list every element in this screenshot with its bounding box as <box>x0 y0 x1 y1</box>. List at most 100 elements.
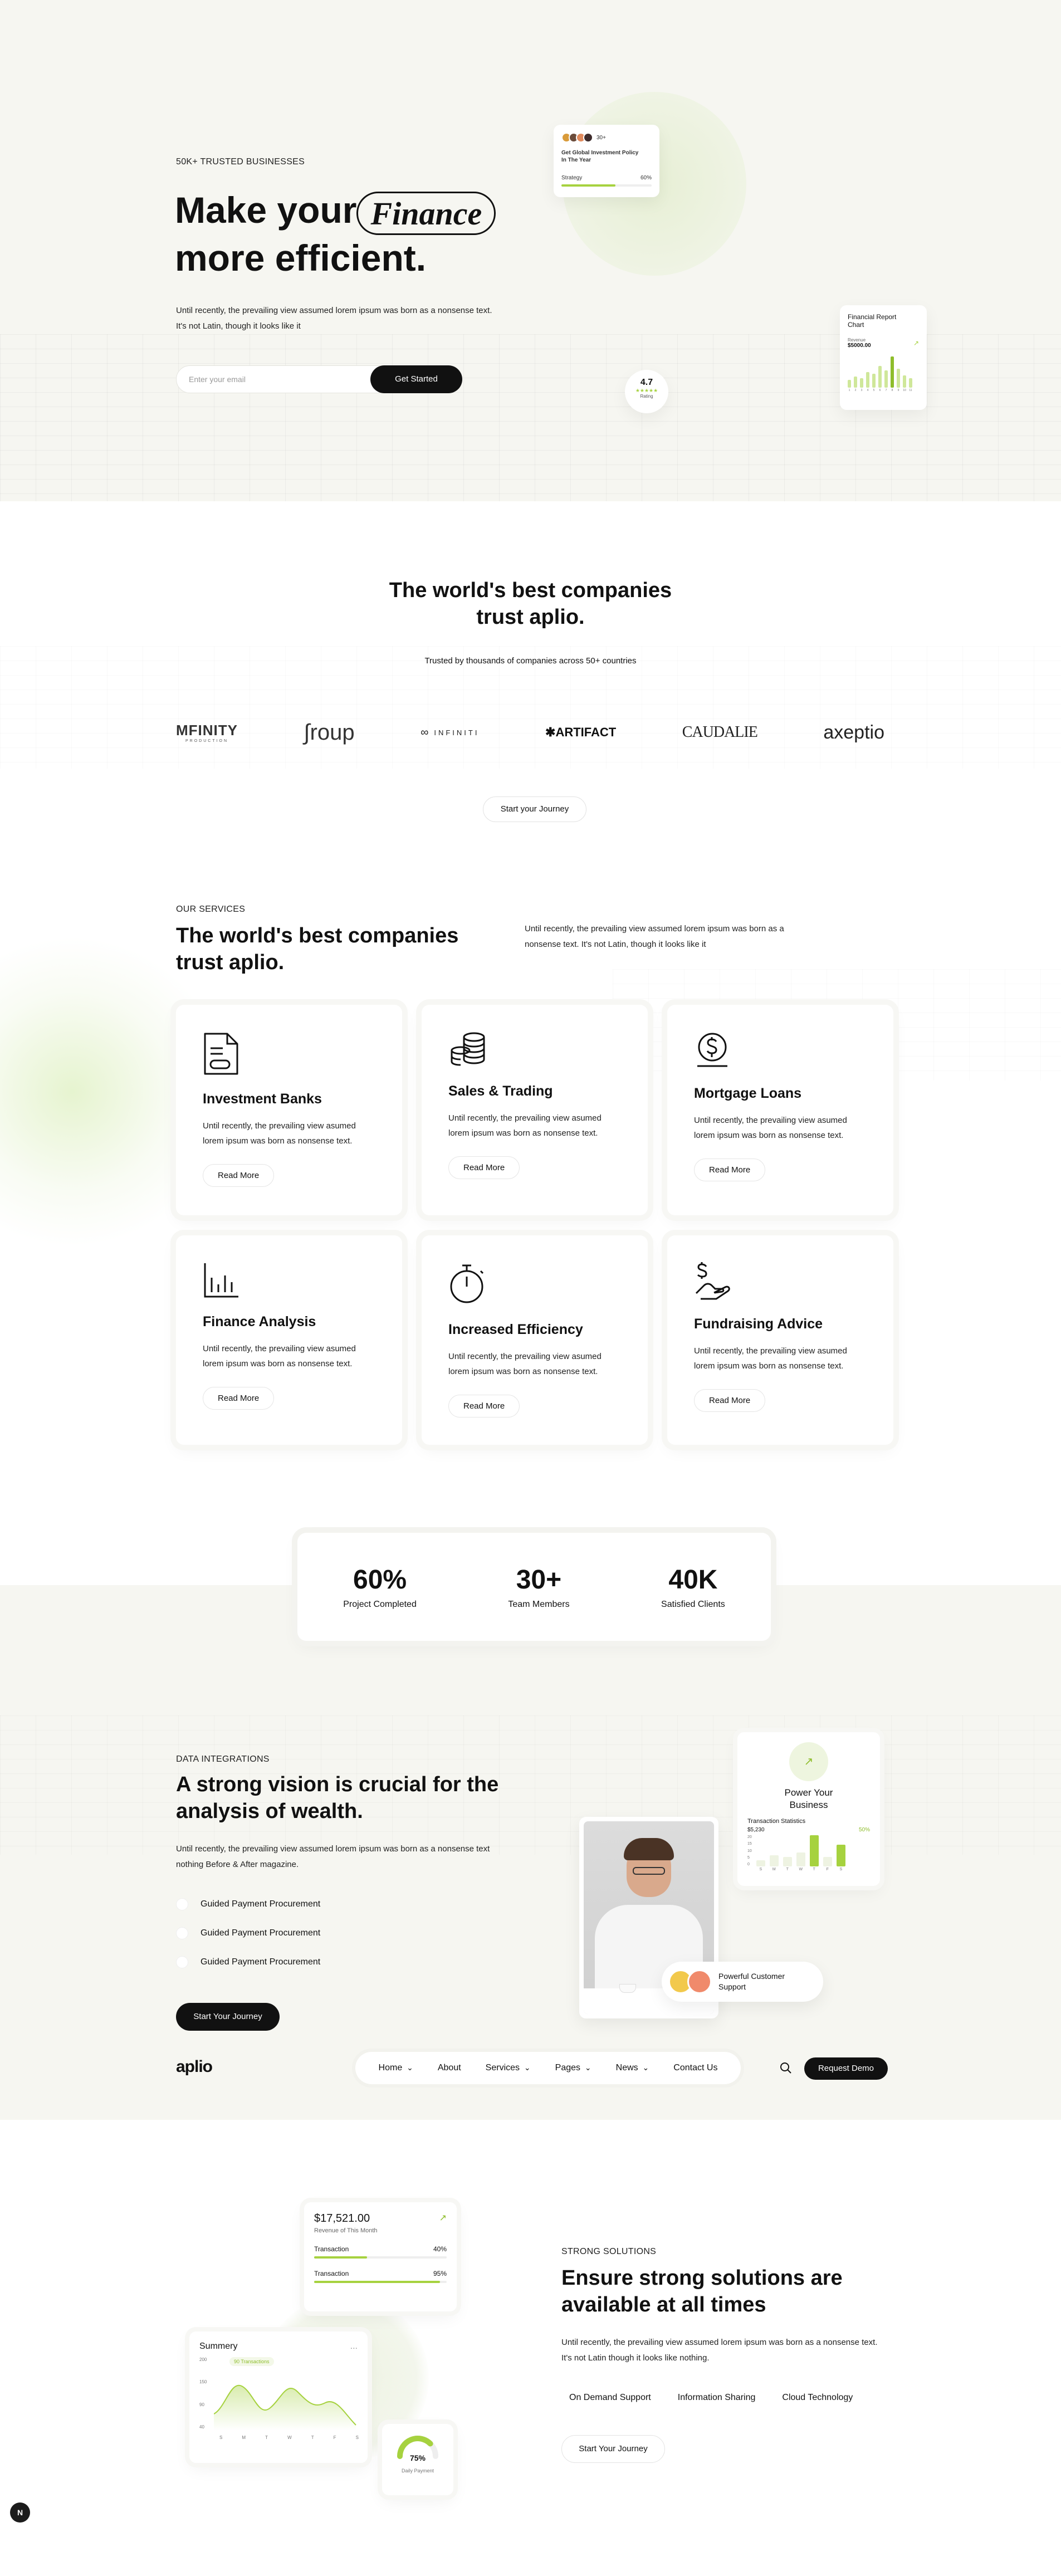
avatar-count: 30+ <box>596 134 606 141</box>
nav-item-contact-us[interactable]: Contact Us <box>673 2063 717 2073</box>
support-text-line: Powerful Customer <box>718 1972 785 1981</box>
report-bar <box>872 373 876 388</box>
transaction-stats-row: $5,230 50% <box>747 1827 870 1833</box>
stat-value: 30+ <box>516 1565 562 1595</box>
hero-title-post: more efficient. <box>175 237 427 278</box>
search-icon[interactable] <box>780 2062 792 2074</box>
revenue-progress-fill <box>314 2281 441 2283</box>
transaction-amount: $5,230 <box>747 1827 765 1833</box>
read-more-button[interactable]: Read More <box>448 1156 520 1179</box>
integrations-eyebrow: DATA INTEGRATIONS <box>176 1754 270 1764</box>
nav-item-news[interactable]: News ⌄ <box>616 2063 649 2073</box>
summary-y-label: 40 <box>199 2424 204 2430</box>
service-description: Until recently, the prevailing view asum… <box>694 1343 867 1373</box>
read-more-button[interactable]: Read More <box>694 1159 766 1181</box>
bullet-label: Guided Payment Procurement <box>201 1899 321 1909</box>
power-business-card: ↗ Power Your Business Transaction Statis… <box>737 1732 880 1886</box>
hero-description: Until recently, the prevailing view assu… <box>176 303 532 334</box>
solutions-start-journey-button[interactable]: Start Your Journey <box>561 2435 665 2463</box>
service-card-investment-banks[interactable]: Investment Banks Until recently, the pre… <box>176 1005 402 1215</box>
service-card-sales-trading[interactable]: Sales & Trading Until recently, the prev… <box>422 1005 648 1215</box>
policy-title-line: Get Global Investment Policy <box>561 150 639 156</box>
nav-item-label: About <box>437 2063 461 2072</box>
revenue-progress-track <box>314 2256 447 2259</box>
report-x-label: 7 <box>885 389 887 392</box>
power-y-label: 20 <box>747 1835 752 1839</box>
stat-value: 60% <box>353 1565 407 1595</box>
rating-stars-icon: ★★★★★ <box>635 388 658 393</box>
investment-policy-card: 30+ Get Global Investment Policy In The … <box>554 125 659 197</box>
chevron-down-icon: ⌄ <box>640 2063 649 2072</box>
summary-line-chart <box>214 2384 356 2431</box>
more-menu-icon[interactable]: ... <box>350 2342 358 2352</box>
report-x-label: 10 <box>903 389 906 392</box>
logo-caudalie: CAUDALIE <box>682 724 758 741</box>
request-demo-button[interactable]: Request Demo <box>804 2057 888 2080</box>
summary-y-label: 90 <box>199 2402 204 2407</box>
solutions-title-line: Ensure strong solutions are <box>561 2266 843 2290</box>
nav-item-label: Pages <box>555 2063 581 2072</box>
summary-x-label: M <box>242 2435 246 2440</box>
hero-description-line: It's not Latin, though it looks like it <box>176 321 301 331</box>
report-bar <box>884 370 888 388</box>
summary-x-axis: SMTWTFS <box>219 2435 359 2440</box>
rating-label: Rating <box>640 394 653 399</box>
service-description-line: Until recently, the prevailing view asum… <box>694 1116 847 1125</box>
power-x-label: S <box>839 1868 843 1871</box>
policy-title: Get Global Investment Policy In The Year <box>561 149 652 164</box>
bar-chart-icon <box>204 1263 238 1298</box>
revenue-card: $17,521.00 ↗ Revenue of This Month Trans… <box>304 2202 457 2311</box>
nav-item-services[interactable]: Services ⌄ <box>486 2063 531 2073</box>
solution-tag[interactable]: On Demand Support <box>557 2386 663 2409</box>
document-icon <box>204 1033 238 1075</box>
integrations-grid-background <box>0 1715 1061 1855</box>
chevron-down-icon: ⌄ <box>404 2063 413 2072</box>
summary-x-label: S <box>219 2435 223 2440</box>
nav-item-pages[interactable]: Pages ⌄ <box>555 2063 591 2073</box>
service-card-finance-analysis[interactable]: Finance Analysis Until recently, the pre… <box>176 1235 402 1445</box>
report-amount: $5000.00 <box>848 343 871 349</box>
logo-text: INFINITI <box>434 728 480 737</box>
support-text-line: Support <box>718 1982 746 1991</box>
read-more-button[interactable]: Read More <box>203 1387 275 1410</box>
aplio-logo[interactable]: aplio <box>176 2057 213 2076</box>
start-journey-button[interactable]: Start your Journey <box>483 796 586 822</box>
stopwatch-icon <box>450 1264 484 1303</box>
report-x-label: 11 <box>909 389 912 392</box>
get-started-button[interactable]: Get Started <box>370 365 462 393</box>
transaction-bars <box>756 1835 870 1866</box>
nav-menu: Home ⌄ About Services ⌄ Pages ⌄ News ⌄ Contac… <box>366 2063 730 2073</box>
service-card-fundraising-advice[interactable]: Fundraising Advice Until recently, the p… <box>667 1235 893 1445</box>
read-more-button[interactable]: Read More <box>694 1389 766 1412</box>
coffee-cup-icon <box>619 1984 636 1993</box>
transaction-x-axis: SMTWTFS <box>756 1868 870 1871</box>
trust-subtitle: Trusted by thousands of companies across… <box>424 656 637 666</box>
service-card-increased-efficiency[interactable]: Increased Efficiency Until recently, the… <box>422 1235 648 1445</box>
hero-title-pre: Make your <box>175 189 357 231</box>
service-description: Until recently, the prevailing view asum… <box>203 1341 375 1371</box>
start-your-journey-button[interactable]: Start Your Journey <box>176 2003 280 2031</box>
policy-percent: 60% <box>640 175 652 181</box>
service-description-line: lorem ipsum was born as nonsense text. <box>448 1128 598 1138</box>
power-y-label: 5 <box>747 1855 750 1860</box>
solution-tag[interactable]: Cloud Technology <box>770 2386 865 2409</box>
trust-title-line: The world's best companies <box>389 579 672 602</box>
logo-text: roup <box>310 720 355 745</box>
services-description-line: nonsense text. It's not Latin, though it… <box>525 940 706 949</box>
hero-eyebrow: 50K+ TRUSTED BUSINESSES <box>176 157 305 167</box>
service-card-mortgage-loans[interactable]: Mortgage Loans Until recently, the preva… <box>667 1005 893 1215</box>
report-title-line: Chart <box>848 321 864 329</box>
summary-x-label: T <box>265 2435 268 2440</box>
nav-item-about[interactable]: About <box>438 2063 461 2073</box>
power-x-label: M <box>772 1868 776 1871</box>
integrations-description-line: nothing Before & After magazine. <box>176 1860 299 1869</box>
read-more-button[interactable]: Read More <box>203 1164 275 1187</box>
floating-action-button[interactable]: N <box>10 2502 30 2523</box>
read-more-button[interactable]: Read More <box>448 1395 520 1417</box>
nav-item-home[interactable]: Home ⌄ <box>379 2063 413 2073</box>
power-bar <box>783 1857 792 1866</box>
report-x-label: 9 <box>897 389 899 392</box>
customer-support-badge: Powerful Customer Support <box>662 1962 823 2002</box>
money-hand-icon <box>695 1262 730 1300</box>
solution-tag[interactable]: Information Sharing <box>666 2386 768 2409</box>
